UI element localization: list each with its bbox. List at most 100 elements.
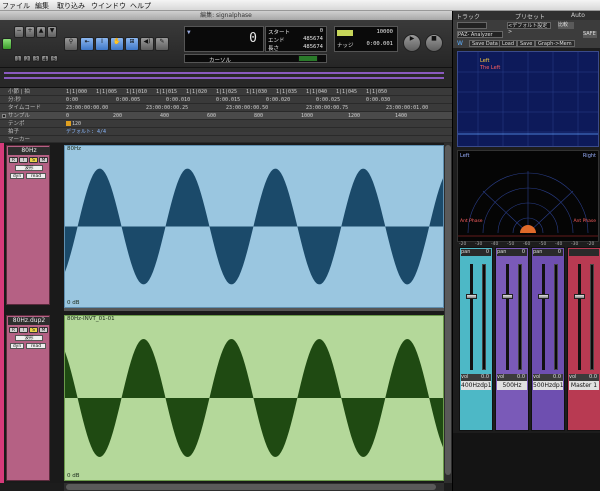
solo-button[interactable]: S [29, 327, 38, 333]
vol-label[interactable]: vol 0.0 [533, 374, 563, 381]
channel-name[interactable]: 500Hzdp1 [533, 381, 564, 390]
vol-label[interactable]: vol 0.0 [569, 374, 599, 381]
track-view-selector[interactable]: 波形 [15, 165, 43, 171]
channel-name[interactable]: 500Hz [497, 381, 527, 390]
menu-window[interactable]: ウインドウ [91, 1, 126, 11]
pan-label[interactable]: pan 0 [497, 249, 527, 256]
shuffle-mode-button[interactable] [2, 38, 12, 50]
pencil-tool-button[interactable]: ✎ [155, 37, 169, 51]
selector-tool-button[interactable]: I [95, 37, 109, 51]
ruler-minsec[interactable]: 分:秒 0:00 0:00.005 0:00.010 0:00.015 0:00… [0, 96, 452, 104]
start-value[interactable]: 0 [320, 28, 323, 34]
zoom-in-button[interactable]: + [25, 26, 35, 38]
preset-selector[interactable]: <デフォルト設定> [507, 22, 551, 35]
ruler-timecode[interactable]: タイムコード 23:00:00:00.00 23:00:00:00.25 23:… [0, 104, 452, 112]
grid-value[interactable]: 10000 [376, 29, 393, 35]
zoom-waveform-up-button[interactable]: ▲ [36, 26, 46, 38]
menu-file[interactable]: ファイル [2, 1, 30, 11]
track-header-80hz-dup2[interactable]: 80Hz.dup2 R I S M 波形 dyn read [6, 315, 50, 481]
length-value[interactable]: 485674 [303, 44, 323, 50]
tempo-marker-icon[interactable] [66, 121, 71, 126]
fader-track[interactable] [470, 264, 473, 370]
bars-tick: 1|1|030 [246, 89, 268, 95]
save-button[interactable]: Save [517, 40, 536, 47]
auto-menu[interactable]: Auto [571, 12, 585, 19]
mute-button[interactable]: M [39, 157, 48, 163]
fader-handle[interactable] [466, 293, 477, 299]
pan-label[interactable]: pan 0 [533, 249, 563, 256]
record-button[interactable]: R [9, 157, 18, 163]
grabber-tool-button[interactable]: ✋ [110, 37, 124, 51]
safe-button[interactable]: SAFE [583, 31, 597, 38]
bars-tick: 1|1|010 [126, 89, 148, 95]
frequency-analyzer[interactable]: Left The Left [457, 51, 599, 147]
scrubber-tool-button[interactable]: ◀) [140, 37, 154, 51]
zoom-preset-5[interactable]: 5 [50, 55, 58, 63]
clip-80hz[interactable]: 80Hz 0 dB [64, 145, 444, 308]
end-value[interactable]: 485674 [303, 36, 323, 42]
horizontal-scrollbar-thumb[interactable] [66, 484, 436, 490]
phase-scope[interactable]: Left Right Ant Phase Ant Phase [457, 150, 599, 242]
channel-name[interactable]: 400Hzdp1 [461, 381, 492, 390]
track-header-80hz[interactable]: 80Hz R I S M 波形 dyn read [6, 145, 50, 305]
pan-label[interactable]: pan 0 [461, 249, 491, 256]
compare-button[interactable]: 比較 [558, 22, 574, 29]
playlist-selector[interactable]: dyn [10, 343, 24, 349]
track-selector[interactable] [457, 22, 487, 29]
fader-handle[interactable] [538, 293, 549, 299]
zoom-preset-4[interactable]: 4 [41, 55, 49, 63]
fader-handle[interactable] [502, 293, 513, 299]
graph-mem-button[interactable]: Graph->Mem [535, 40, 575, 47]
automation-mode-selector[interactable]: read [26, 343, 46, 349]
trim-tool-button[interactable]: ⇤ [80, 37, 94, 51]
zoom-preset-2[interactable]: 2 [23, 55, 31, 63]
scrollbar-thumb[interactable] [445, 145, 451, 475]
ruler-samples[interactable]: サンプル 0 200 400 600 800 1000 1200 1400 [0, 112, 452, 120]
main-counter[interactable]: 0 ▼ [184, 26, 264, 52]
ruler-bars-beats[interactable]: 小節 | 拍 1|1|000 1|1|005 1|1|010 1|1|015 1… [0, 88, 452, 96]
zoom-preset-1[interactable]: 1 [14, 55, 22, 63]
fader-track[interactable] [506, 264, 509, 370]
nudge-value[interactable]: 0:00.001 [367, 41, 394, 47]
menu-help[interactable]: ヘルプ [130, 1, 151, 11]
menu-import[interactable]: 取り込み [57, 1, 85, 11]
track-name[interactable]: 80Hz [8, 147, 50, 155]
playlist-scrollbar[interactable] [444, 143, 452, 483]
smart-tool-button[interactable]: ⊞ [125, 37, 139, 51]
zoom-waveform-down-button[interactable]: ▼ [47, 26, 57, 38]
fader-track[interactable] [542, 264, 545, 370]
universe-strip[interactable] [0, 68, 452, 88]
speaker-icon: ◀) [143, 38, 151, 45]
clip-80hz-invt[interactable]: 80Hz-INVT_01-01 0 dB [64, 315, 444, 481]
stop-button[interactable]: ■ [425, 34, 443, 52]
ruler-tempo[interactable]: テンポ 120 [0, 120, 452, 128]
plugin-selector[interactable]: PAZ- Analyzer [457, 31, 503, 38]
fader-handle[interactable] [574, 293, 585, 299]
load-button[interactable]: Load [499, 40, 517, 47]
channel-name[interactable]: Master 1 [569, 381, 599, 390]
track-view-selector[interactable]: 波形 [15, 335, 43, 341]
pan-label[interactable] [569, 249, 599, 256]
grid-toggle-button[interactable] [337, 30, 353, 36]
zoomer-tool-button[interactable]: ⚲ [64, 37, 78, 51]
track-name[interactable]: 80Hz.dup2 [8, 317, 50, 325]
mute-button[interactable]: M [39, 327, 48, 333]
playlist-selector[interactable]: dyn [10, 173, 24, 179]
fader-track[interactable] [578, 264, 581, 370]
play-button[interactable]: ▶ [403, 34, 421, 52]
ruler-meter[interactable]: 拍子 デフォルト: 4/4 [0, 128, 452, 136]
vol-label[interactable]: vol 0.0 [497, 374, 527, 381]
menu-edit[interactable]: 編集 [35, 1, 49, 11]
horizontal-scrollbar[interactable] [64, 483, 444, 491]
link-selection-icon[interactable] [298, 55, 318, 62]
input-monitor-button[interactable]: I [19, 157, 28, 163]
solo-button[interactable]: S [29, 157, 38, 163]
save-data-button[interactable]: Save Data [469, 40, 501, 47]
record-button[interactable]: R [9, 327, 18, 333]
automation-mode-selector[interactable]: read [26, 173, 46, 179]
ruler-markers[interactable]: マーカー [0, 136, 452, 143]
zoom-out-button[interactable]: − [14, 26, 24, 38]
input-monitor-button[interactable]: I [19, 327, 28, 333]
zoom-preset-3[interactable]: 3 [32, 55, 40, 63]
vol-label[interactable]: vol 0.0 [461, 374, 491, 381]
